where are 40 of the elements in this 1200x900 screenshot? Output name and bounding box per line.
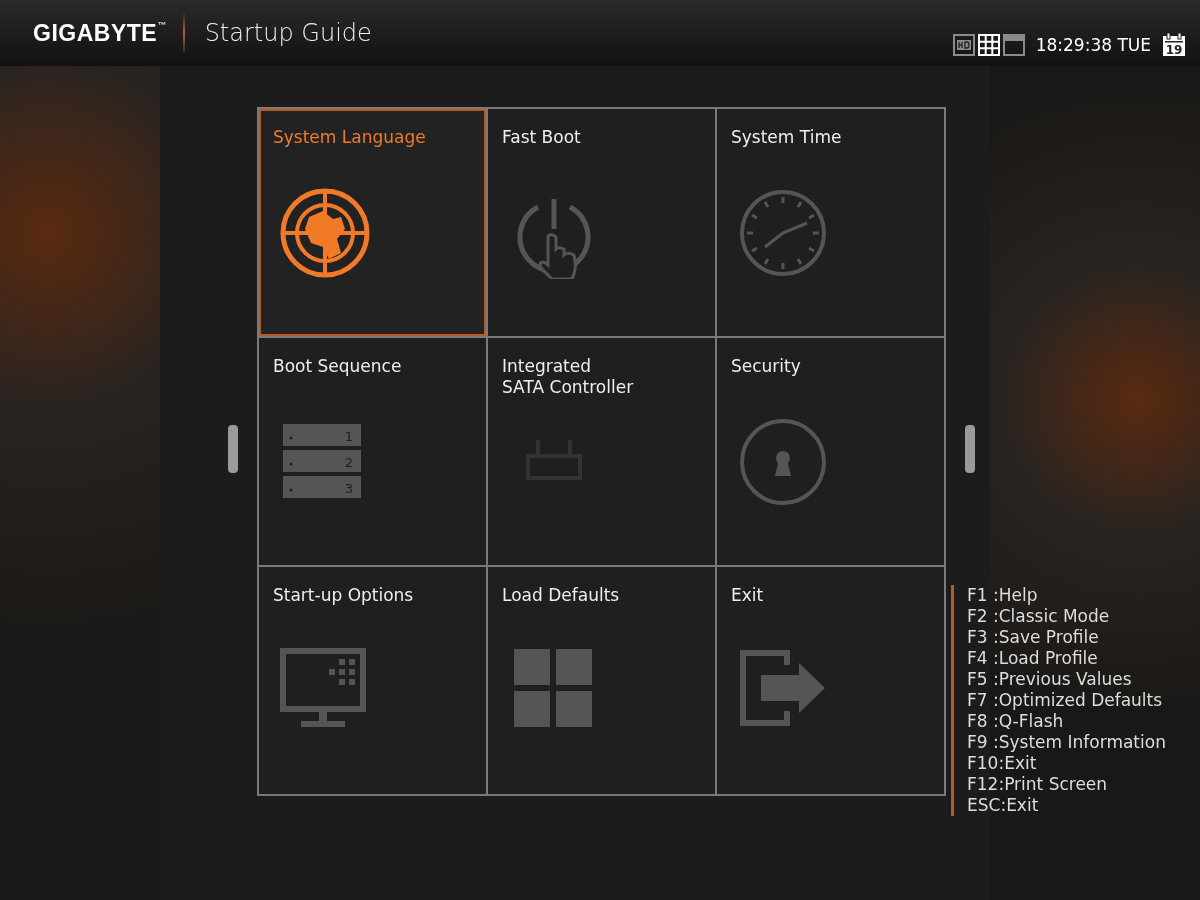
- tile-label: Load Defaults: [502, 585, 620, 606]
- hotkey-hint: ESC:Exit: [967, 795, 1040, 816]
- menu-tile[interactable]: Load Defaults: [488, 567, 715, 794]
- hotkey-hint: F2 :Classic Mode: [967, 606, 1111, 627]
- tile-label: Integrated SATA Controller: [502, 356, 634, 398]
- menu-tile[interactable]: Start-up Options: [259, 567, 486, 794]
- scroll-handle[interactable]: [965, 425, 975, 473]
- hotkey-hint: F5 :Previous Values: [967, 669, 1133, 690]
- tile-label: System Time: [731, 127, 842, 148]
- hotkey-hint: F12:Print Screen: [967, 774, 1109, 795]
- hotkey-hint: F4 :Load Profile: [967, 648, 1099, 669]
- clock-time: 18:29:38 TUE: [1035, 35, 1151, 55]
- menu-tile[interactable]: System Language: [259, 109, 486, 336]
- tile-label: Fast Boot: [502, 127, 581, 148]
- menu-tile[interactable]: System Time: [717, 109, 944, 336]
- hd-icon[interactable]: [952, 34, 975, 56]
- hotkey-hint: F8 :Q-Flash: [967, 711, 1065, 732]
- tile-label: Security: [731, 356, 801, 377]
- hotkey-hint: F10:Exit: [967, 753, 1038, 774]
- scroll-handle[interactable]: [228, 425, 238, 473]
- hotkey-hint: F9 :System Information: [967, 732, 1166, 753]
- tile-label: Start-up Options: [273, 585, 414, 606]
- hotkey-hint: F1 :Help: [967, 585, 1039, 606]
- globe-icon: [279, 187, 371, 279]
- menu-tile[interactable]: Security: [717, 338, 944, 565]
- menu-tile[interactable]: Integrated SATA Controller: [488, 338, 715, 565]
- menu-tile[interactable]: Fast Boot: [488, 109, 715, 336]
- calendar-icon: 19: [1162, 33, 1186, 57]
- clock-icon: [737, 187, 829, 279]
- page-title: Startup Guide: [204, 19, 372, 47]
- grid-view-icon[interactable]: [977, 34, 1000, 56]
- window-view-icon[interactable]: [1002, 34, 1025, 56]
- tile-label: Exit: [731, 585, 764, 606]
- menu-tile[interactable]: Exit: [717, 567, 944, 794]
- keyhole-icon: [737, 416, 829, 508]
- brand-logo: GIGABYTE™: [33, 19, 167, 47]
- tile-label: System Language: [273, 127, 426, 148]
- tile-label: Boot Sequence: [273, 356, 402, 377]
- hotkey-hint: F3 :Save Profile: [967, 627, 1100, 648]
- hotkey-hint: F7 :Optimized Defaults: [967, 690, 1164, 711]
